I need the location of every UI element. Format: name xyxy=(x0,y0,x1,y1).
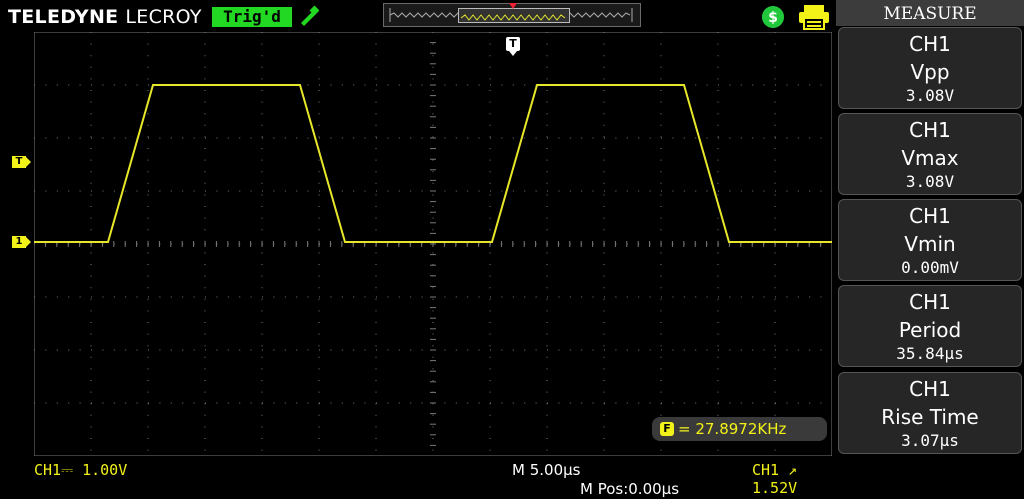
waveform-display[interactable] xyxy=(34,32,832,456)
measure-value: 3.07μs xyxy=(901,431,959,450)
measure-channel: CH1 xyxy=(909,377,951,401)
timebase[interactable]: M 5.00μs xyxy=(512,461,580,479)
frequency-readout: F = 27.8972KHz xyxy=(652,417,827,441)
trigger-setting[interactable]: CH1 ↗ 1.52V xyxy=(752,461,836,497)
measure-item-rise-time[interactable]: CH1 Rise Time 3.07μs xyxy=(838,372,1022,454)
measure-name: Vmin xyxy=(904,232,956,256)
top-bar: TELEDYNE LECROY Trig'd $ xyxy=(0,0,836,32)
trigger-position-marker: T xyxy=(506,37,520,56)
measure-item-vmin[interactable]: CH1 Vmin 0.00mV xyxy=(838,199,1022,281)
measure-name: Vpp xyxy=(910,60,950,84)
measure-item-vmax[interactable]: CH1 Vmax 3.08V xyxy=(838,113,1022,195)
waveform-layer xyxy=(34,84,832,243)
trigger-level-marker: T xyxy=(12,156,31,168)
frequency-icon: F xyxy=(660,422,674,436)
measure-name: Rise Time xyxy=(881,405,979,429)
trigger-status-badge: Trig'd xyxy=(212,7,292,27)
brand-light: LECROY xyxy=(125,6,202,28)
brand-bold: TELEDYNE xyxy=(8,6,119,28)
measure-panel: MEASURE CH1 Vpp 3.08V CH1 Vmax 3.08V CH1… xyxy=(836,0,1024,499)
overview-window xyxy=(458,8,570,23)
measure-item-period[interactable]: CH1 Period 35.84μs xyxy=(838,285,1022,367)
measure-name: Vmax xyxy=(901,146,959,170)
measure-name: Period xyxy=(898,318,962,342)
frequency-value: = 27.8972KHz xyxy=(678,420,787,438)
measure-channel: CH1 xyxy=(909,32,951,56)
measure-value: 3.08V xyxy=(905,172,955,191)
measure-title: MEASURE xyxy=(836,0,1024,26)
overview-trigger-marker xyxy=(509,3,517,9)
time-position[interactable]: M Pos:0.00μs xyxy=(580,480,679,498)
svg-text:$: $ xyxy=(768,10,778,26)
brand-logo: TELEDYNE LECROY xyxy=(8,6,202,28)
status-bar: CH1⎓ 1.00V M 5.00μs M Pos:0.00μs CH1 ↗ 1… xyxy=(0,458,836,499)
printer-icon[interactable] xyxy=(798,4,830,30)
measure-value: 3.08V xyxy=(905,86,955,105)
channel1-ground-marker: 1 xyxy=(12,236,31,248)
measure-value: 35.84μs xyxy=(896,344,964,363)
ch1-waveform xyxy=(34,84,832,243)
measure-channel: CH1 xyxy=(909,204,951,228)
dollar-icon[interactable]: $ xyxy=(762,6,784,28)
measure-channel: CH1 xyxy=(909,290,951,314)
measure-channel: CH1 xyxy=(909,118,951,142)
measure-item-vpp[interactable]: CH1 Vpp 3.08V xyxy=(838,27,1022,109)
measure-value: 0.00mV xyxy=(901,258,959,277)
usb-icon xyxy=(301,5,319,26)
channel-scale[interactable]: CH1⎓ 1.00V xyxy=(34,461,127,479)
